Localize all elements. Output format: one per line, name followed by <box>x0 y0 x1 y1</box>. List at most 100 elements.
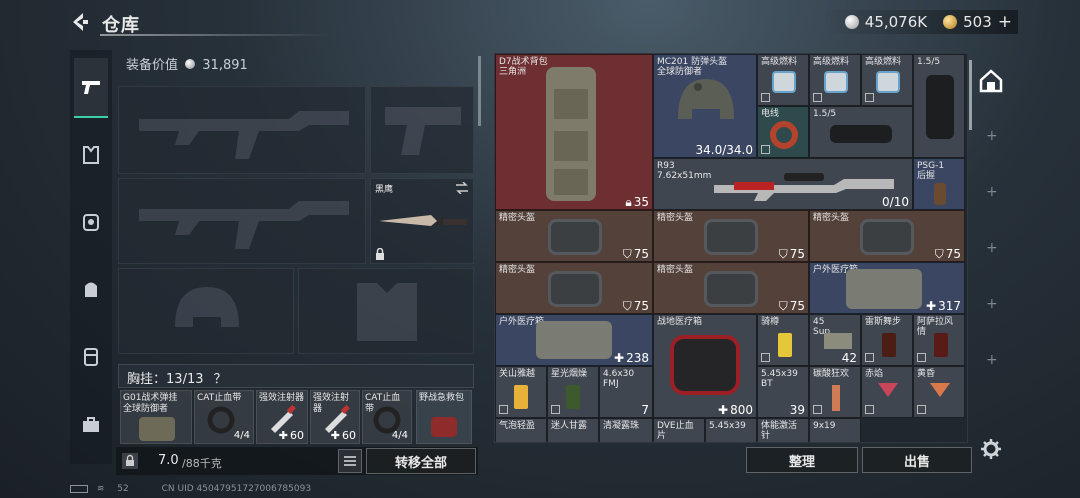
storage-item[interactable]: 45 Sup 42 <box>809 314 861 366</box>
rig-item[interactable]: 野战急救包 <box>416 390 472 444</box>
storage-item[interactable]: MC201 防弹头盔 全球防御者 34.0/34.0 <box>653 54 757 158</box>
bind-icon <box>917 353 926 362</box>
storage-item[interactable]: 1.5/5 <box>809 106 913 158</box>
rig-item-amount: ✚ 60 <box>331 430 356 441</box>
vest-icon <box>139 417 175 441</box>
lock-icon: 🔒︎ <box>625 195 632 209</box>
storage-item[interactable]: 高级燃料 <box>861 54 913 106</box>
storage-item[interactable]: 精密头盔 ⛉ 75 <box>809 210 965 262</box>
secondary-weapon-slot[interactable] <box>370 86 474 174</box>
storage-item[interactable]: 5.45x39 <box>705 418 757 442</box>
item-sub: FMJ <box>603 379 619 389</box>
nav-helmet-rig[interactable] <box>74 205 108 239</box>
storage-item[interactable]: 碳酸狂欢 <box>809 366 861 418</box>
rig-item-name: CAT止血带 <box>197 393 242 403</box>
item-name: 体能激活针 <box>761 421 798 441</box>
settings-button[interactable] <box>980 438 1004 462</box>
nav-weapons[interactable] <box>74 58 108 118</box>
rig-item-name: G01战术弹挂 <box>123 393 178 403</box>
rig-item[interactable]: CAT止血带 4/4 <box>362 390 412 444</box>
storage-item[interactable]: 1.5/5 <box>913 54 965 158</box>
help-icon[interactable]: ？ <box>214 372 227 387</box>
storage-item[interactable]: 户外医疗箱 ✚ 317 <box>809 262 965 314</box>
storage-item[interactable]: 骑樽 <box>757 314 809 366</box>
add-storage-page-button[interactable]: + <box>986 352 998 368</box>
storage-tab-main[interactable] <box>978 68 1004 94</box>
add-storage-page-button[interactable]: + <box>986 184 998 200</box>
warehouse-icon <box>979 69 1003 93</box>
arrange-button[interactable]: 整理 <box>746 447 858 473</box>
storage-item[interactable]: 9x19 <box>809 418 861 442</box>
item-amount: ✚ 238 <box>614 352 649 364</box>
bind-icon <box>917 405 926 414</box>
plus-icon: ✚ <box>278 429 288 442</box>
storage-item[interactable]: 精密头盔 ⛉ 75 <box>653 210 809 262</box>
rig-item-amount: 4/4 <box>233 430 250 441</box>
add-storage-page-button[interactable]: + <box>986 128 998 144</box>
storage-item[interactable]: 5.45x39 BT 39 <box>757 366 809 418</box>
storage-item[interactable]: 星光烟燥 <box>547 366 599 418</box>
storage-item[interactable]: 高级燃料 <box>757 54 809 106</box>
item-amount: 0/10 <box>882 195 909 209</box>
storage-item[interactable]: 精密头盔 ⛉ 75 <box>495 210 653 262</box>
list-view-button[interactable] <box>338 449 362 473</box>
fuel-can-icon <box>876 71 900 93</box>
transfer-all-button[interactable]: 转移全部 <box>366 448 476 474</box>
bind-icon <box>865 405 874 414</box>
nav-pouch[interactable] <box>74 340 108 374</box>
storage-item[interactable]: 4.6x30 FMJ 7 <box>599 366 653 418</box>
rig-item[interactable]: CAT止血带 4/4 <box>194 390 254 444</box>
storage-item[interactable]: 气泡轻盈 <box>495 418 547 442</box>
storage-item[interactable]: 黄昏 <box>913 366 965 418</box>
item-name: 1.5/5 <box>813 109 837 119</box>
sell-button[interactable]: 出售 <box>862 447 972 473</box>
sniper-rifle-icon <box>714 173 894 201</box>
storage-item[interactable]: 迷人甘露 <box>547 418 599 442</box>
storage-item[interactable]: 阿萨拉风情 <box>913 314 965 366</box>
backpack-icon <box>85 282 97 297</box>
melee-slot[interactable]: 黑鹰 <box>370 178 474 264</box>
storage-item[interactable]: DVE止血片 <box>653 418 705 442</box>
primary-weapon-slot[interactable] <box>118 86 366 174</box>
item-amount: ✚ 800 <box>718 404 753 416</box>
storage-item[interactable]: 电线 <box>757 106 809 158</box>
bind-icon <box>761 353 770 362</box>
storage-item[interactable]: PSG-1 后握 <box>913 158 965 210</box>
primary-weapon-slot-2[interactable] <box>118 178 366 264</box>
nav-backpack[interactable] <box>74 272 108 306</box>
helmet-slot[interactable] <box>118 268 294 354</box>
nav-case[interactable] <box>74 408 108 442</box>
add-storage-page-button[interactable]: + <box>986 296 998 312</box>
storage-item[interactable]: 精密头盔 ⛉ 75 <box>653 262 809 314</box>
storage-item[interactable]: D7战术背包 三角洲 🔒︎ 35 <box>495 54 653 210</box>
rig-item[interactable]: 强效注射器 ✚ 60 <box>310 390 360 444</box>
rig-item[interactable]: 强效注射器 ✚ 60 <box>256 390 308 444</box>
weight-max: /88千克 <box>182 457 222 470</box>
storage-item[interactable]: 关山雅越 <box>495 366 547 418</box>
rig-item[interactable]: G01战术弹挂 全球防御者 <box>120 390 192 444</box>
item-name: 骑樽 <box>761 317 780 327</box>
storage-item[interactable]: 战地医疗箱 ✚ 800 <box>653 314 757 418</box>
storage-item[interactable]: 雷斯舞步 <box>861 314 913 366</box>
add-currency-button[interactable]: + <box>998 12 1012 32</box>
storage-item[interactable]: 户外医疗箱 ✚ 238 <box>495 314 653 366</box>
item-name: 迷人甘露 <box>551 421 588 431</box>
storage-item[interactable]: 赤焰 <box>861 366 913 418</box>
battery-icon <box>70 484 88 493</box>
storage-scrollbar[interactable] <box>969 60 972 130</box>
item-name: 赤焰 <box>865 369 884 379</box>
swap-icon[interactable] <box>455 182 469 194</box>
storage-item[interactable]: 体能激活针 <box>757 418 809 442</box>
helmet-icon <box>678 79 734 119</box>
storage-item[interactable]: 精密头盔 ⛉ 75 <box>495 262 653 314</box>
chest-rig-bar[interactable]: 胸挂：13/13 ？ <box>118 364 474 388</box>
storage-item[interactable]: R93 7.62x51mm 0/10 <box>653 158 913 210</box>
storage-item[interactable]: 清凝露珠 <box>599 418 653 442</box>
item-name: PSG-1 <box>917 161 945 171</box>
equipment-scrollbar[interactable] <box>478 56 481 126</box>
nav-armor[interactable] <box>74 138 108 172</box>
back-button[interactable] <box>68 10 92 34</box>
add-storage-page-button[interactable]: + <box>986 240 998 256</box>
storage-item[interactable]: 高级燃料 <box>809 54 861 106</box>
armor-slot[interactable] <box>298 268 474 354</box>
